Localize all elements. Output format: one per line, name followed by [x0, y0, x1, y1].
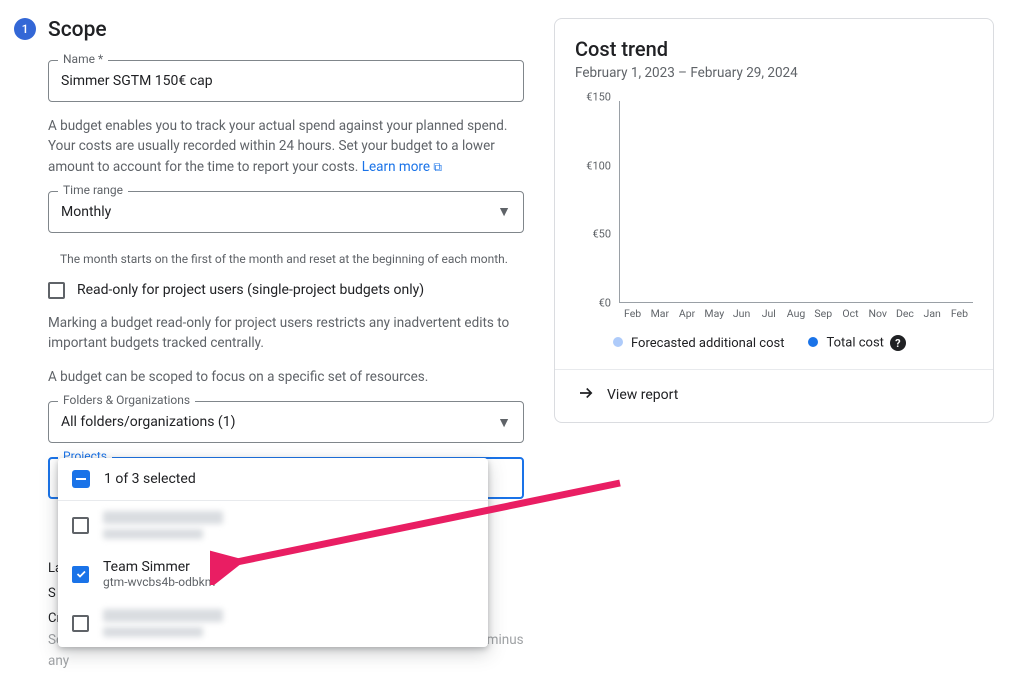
- view-report-link[interactable]: View report: [575, 370, 973, 408]
- projects-option[interactable]: [58, 599, 488, 647]
- checkbox-icon: [48, 282, 65, 299]
- budget-description: A budget enables you to track your actua…: [48, 116, 524, 177]
- checkbox-icon: [72, 615, 89, 632]
- time-range-field[interactable]: Time range Monthly ▼: [48, 191, 524, 233]
- chart-subtitle: February 1, 2023 – February 29, 2024: [575, 65, 973, 81]
- arrow-right-icon: [577, 384, 595, 406]
- help-icon[interactable]: ?: [890, 335, 906, 351]
- projects-summary: 1 of 3 selected: [104, 471, 196, 487]
- legend-dot-total-icon: [808, 337, 818, 347]
- page-title: Scope: [48, 18, 524, 42]
- indeterminate-checkbox-icon[interactable]: [72, 470, 90, 488]
- chart-title: Cost trend: [575, 37, 973, 61]
- learn-more-link[interactable]: Learn more ⧉: [362, 159, 442, 175]
- step-number-badge: 1: [14, 18, 36, 40]
- folders-label: Folders & Organizations: [58, 393, 195, 407]
- chart-legend: Forecasted additional cost Total cost?: [575, 331, 973, 365]
- checkbox-icon: [72, 517, 89, 534]
- legend-dot-forecast-icon: [613, 337, 623, 347]
- checkbox-icon: [72, 566, 89, 583]
- projects-option[interactable]: [58, 501, 488, 549]
- readonly-description: Marking a budget read-only for project u…: [48, 313, 524, 354]
- readonly-label: Read-only for project users (single-proj…: [77, 282, 424, 298]
- chevron-down-icon: ▼: [497, 203, 511, 220]
- projects-option[interactable]: Team Simmergtm-wvcbs4b-odbkm: [58, 549, 488, 599]
- name-value: Simmer SGTM 150€ cap: [61, 73, 213, 89]
- folders-value: All folders/organizations (1): [61, 414, 235, 430]
- chevron-down-icon: ▼: [497, 414, 511, 431]
- scoped-description: A budget can be scoped to focus on a spe…: [48, 367, 524, 387]
- projects-dropdown-popup[interactable]: 1 of 3 selected Team Simmergtm-wvcbs4b-o…: [58, 458, 488, 647]
- name-field[interactable]: Name * Simmer SGTM 150€ cap: [48, 60, 524, 102]
- name-label: Name *: [58, 52, 108, 66]
- time-range-value: Monthly: [61, 204, 111, 220]
- chart-plot-area: €150€100€50€0 FebMarAprMayJunJulAugSepOc…: [575, 97, 973, 321]
- folders-field[interactable]: Folders & Organizations All folders/orga…: [48, 401, 524, 443]
- time-range-label: Time range: [58, 183, 128, 197]
- external-link-icon: ⧉: [433, 160, 442, 174]
- readonly-checkbox-row[interactable]: Read-only for project users (single-proj…: [48, 282, 524, 299]
- cost-trend-card: Cost trend February 1, 2023 – February 2…: [554, 18, 994, 423]
- time-range-helper: The month starts on the first of the mon…: [48, 247, 524, 268]
